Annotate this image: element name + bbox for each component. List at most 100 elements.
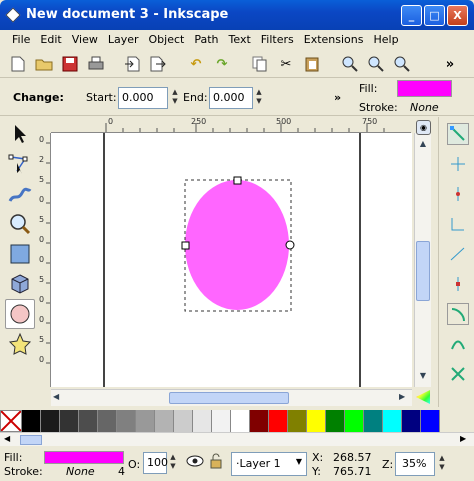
menu-layer[interactable]: Layer: [104, 30, 145, 49]
selector-icon[interactable]: [5, 119, 35, 149]
close-button[interactable]: X: [447, 5, 468, 26]
redo-icon[interactable]: ↷: [212, 54, 232, 74]
palette-swatch[interactable]: [421, 410, 440, 432]
minimize-button[interactable]: _: [401, 5, 422, 26]
palette-swatch[interactable]: [402, 410, 421, 432]
selected-ellipse[interactable]: [185, 180, 289, 310]
snap-centers-icon[interactable]: [447, 273, 469, 295]
scroll-down-arrow[interactable]: ▼: [415, 371, 431, 384]
stroke-indicator-value[interactable]: None: [410, 101, 439, 114]
horizontal-scroll-thumb[interactable]: [169, 392, 289, 404]
palette-swatch[interactable]: [326, 410, 345, 432]
commands-more-button[interactable]: »: [440, 54, 460, 74]
palette-scrollbar[interactable]: ◀ ▶: [0, 432, 474, 446]
print-icon[interactable]: [86, 54, 106, 74]
opacity-spinner[interactable]: ▲ ▼: [168, 453, 178, 473]
palette-swatch[interactable]: [364, 410, 383, 432]
zoom-icon[interactable]: [5, 209, 35, 239]
tweak-icon[interactable]: [5, 179, 35, 209]
paste-icon[interactable]: [302, 54, 322, 74]
snap-bbox-midpoints-icon[interactable]: [447, 243, 469, 265]
snap-nodes-icon[interactable]: [447, 303, 469, 325]
zoom-page-icon[interactable]: [392, 54, 412, 74]
star-icon[interactable]: [5, 329, 35, 359]
toggle-visibility-icon[interactable]: [186, 454, 204, 468]
zoom-spinner[interactable]: ▲ ▼: [437, 454, 447, 474]
palette-scroll-left[interactable]: ◀: [4, 434, 10, 443]
menu-edit[interactable]: Edit: [36, 30, 67, 49]
controls-more-button[interactable]: »: [334, 91, 341, 104]
palette-swatch[interactable]: [79, 410, 98, 432]
palette-swatch[interactable]: [345, 410, 364, 432]
palette-swatch[interactable]: [231, 410, 250, 432]
palette-swatch[interactable]: [60, 410, 79, 432]
menu-path[interactable]: Path: [190, 30, 224, 49]
snap-paths-icon[interactable]: [447, 333, 469, 355]
end-input[interactable]: 0.000: [209, 87, 253, 109]
snap-bbox-edges-icon[interactable]: [447, 183, 469, 205]
palette-swatch[interactable]: [307, 410, 326, 432]
snap-bbox-icon[interactable]: [447, 153, 469, 175]
status-fill-swatch[interactable]: [44, 451, 124, 464]
export-icon[interactable]: [148, 54, 168, 74]
zoom-input[interactable]: 35%: [395, 452, 435, 476]
color-manage-icon[interactable]: [416, 390, 430, 404]
palette-swatch[interactable]: [174, 410, 193, 432]
opacity-input[interactable]: 100: [143, 452, 168, 474]
scroll-right-arrow[interactable]: ▶: [399, 392, 405, 401]
palette-swatch[interactable]: [288, 410, 307, 432]
menu-text[interactable]: Text: [225, 30, 257, 49]
snap-toggle-icon[interactable]: [447, 123, 469, 145]
zoom-lock-icon[interactable]: ◉: [416, 120, 431, 135]
palette-scroll-right[interactable]: ▶: [460, 434, 466, 443]
palette-swatch[interactable]: [136, 410, 155, 432]
menu-object[interactable]: Object: [145, 30, 191, 49]
ellipse-icon[interactable]: [5, 299, 35, 329]
menu-file[interactable]: File: [8, 30, 36, 49]
palette-swatch[interactable]: [383, 410, 402, 432]
end-spinner[interactable]: ▲ ▼: [254, 88, 264, 108]
horizontal-scrollbar[interactable]: ◀ ▶: [51, 389, 412, 406]
palette-swatch[interactable]: [98, 410, 117, 432]
rectangle-icon[interactable]: [5, 239, 35, 269]
save-icon[interactable]: [60, 54, 80, 74]
menu-view[interactable]: View: [68, 30, 104, 49]
copy-icon[interactable]: [250, 54, 270, 74]
no-paint-swatch[interactable]: [0, 410, 22, 432]
snap-bbox-corners-icon[interactable]: [447, 213, 469, 235]
snap-intersections-icon[interactable]: [447, 363, 469, 385]
palette-swatch[interactable]: [117, 410, 136, 432]
fill-indicator-swatch[interactable]: [397, 80, 452, 97]
new-icon[interactable]: [8, 54, 28, 74]
vertical-scroll-thumb[interactable]: [416, 241, 430, 301]
palette-swatch[interactable]: [41, 410, 60, 432]
menu-help[interactable]: Help: [369, 30, 404, 49]
maximize-button[interactable]: □: [424, 5, 445, 26]
zoom-selection-icon[interactable]: [340, 54, 360, 74]
scroll-up-arrow[interactable]: ▲: [415, 139, 431, 152]
lock-layer-icon[interactable]: [209, 453, 223, 469]
drawing-canvas[interactable]: [51, 133, 412, 387]
palette-scroll-thumb[interactable]: [20, 435, 42, 445]
palette-swatch[interactable]: [22, 410, 41, 432]
status-stroke-value[interactable]: None: [66, 465, 95, 478]
import-icon[interactable]: [122, 54, 142, 74]
status-stroke-width[interactable]: 4: [118, 465, 125, 478]
palette-swatch[interactable]: [155, 410, 174, 432]
3d-box-icon[interactable]: [5, 269, 35, 299]
palette-swatch[interactable]: [269, 410, 288, 432]
start-input[interactable]: 0.000: [118, 87, 168, 109]
palette-swatch[interactable]: [212, 410, 231, 432]
vertical-scrollbar[interactable]: ◉ ▲ ▼: [414, 120, 431, 387]
cut-icon[interactable]: ✂: [276, 54, 296, 74]
menu-filters[interactable]: Filters: [257, 30, 300, 49]
node-editor-icon[interactable]: [5, 149, 35, 179]
palette-swatch[interactable]: [193, 410, 212, 432]
menu-extensions[interactable]: Extensions: [300, 30, 370, 49]
layer-select[interactable]: ·Layer 1 ▼: [231, 452, 307, 476]
start-spinner[interactable]: ▲ ▼: [170, 88, 180, 108]
palette-swatch[interactable]: [250, 410, 269, 432]
open-icon[interactable]: [34, 54, 54, 74]
undo-icon[interactable]: ↶: [186, 54, 206, 74]
scroll-left-arrow[interactable]: ◀: [53, 392, 59, 401]
